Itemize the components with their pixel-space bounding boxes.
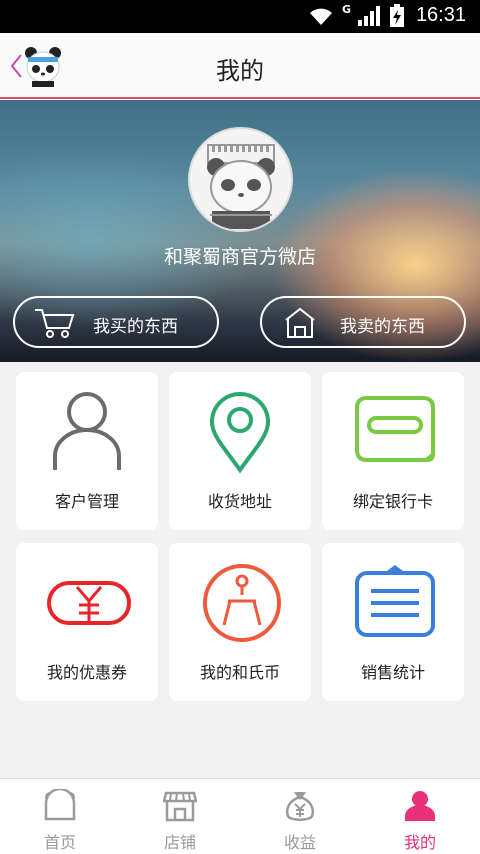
- coin-icon: [203, 564, 281, 642]
- sales-statistics-card[interactable]: 销售统计: [322, 543, 464, 701]
- nav-store-label: 店铺: [163, 833, 196, 852]
- my-coins-label: 我的和氏币: [199, 663, 280, 682]
- page-title: 我的: [216, 57, 264, 85]
- report-icon: [355, 565, 435, 637]
- profile-banner: 和聚蜀商官方微店 我买的东西 我卖的东西: [0, 100, 480, 362]
- panda-avatar-icon: [207, 144, 275, 229]
- my-purchases-button[interactable]: 我买的东西: [13, 296, 219, 348]
- signal-icon: [358, 6, 380, 26]
- status-bar: G 16:31: [0, 0, 480, 33]
- shop-name: 和聚蜀商官方微店: [163, 246, 316, 268]
- app-header: 我的: [0, 33, 480, 99]
- shop-icon: [285, 307, 315, 338]
- nav-earnings[interactable]: 收益: [240, 779, 360, 854]
- nav-store[interactable]: 店铺: [120, 779, 240, 854]
- my-coupons-label: 我的优惠券: [46, 663, 127, 682]
- customer-management-label: 客户管理: [54, 492, 119, 511]
- nav-home[interactable]: 首页: [0, 779, 120, 854]
- bank-card-icon: [355, 396, 435, 462]
- money-bag-icon: [285, 792, 315, 821]
- nav-me-label: 我的: [403, 833, 436, 852]
- shipping-address-card[interactable]: 收货地址: [169, 372, 311, 530]
- bind-bank-card-card[interactable]: 绑定银行卡: [322, 372, 464, 530]
- bottom-navigation: 首页 店铺 收益 我的: [0, 778, 480, 854]
- nav-me[interactable]: 我的: [360, 779, 480, 854]
- person-icon: [53, 392, 121, 470]
- status-time: 16:31: [415, 4, 466, 26]
- customer-management-card[interactable]: 客户管理: [16, 372, 158, 530]
- bind-bank-card-label: 绑定银行卡: [352, 492, 433, 511]
- shopping-cart-icon: [35, 309, 75, 338]
- sales-statistics-label: 销售统计: [360, 663, 425, 682]
- shipping-address-label: 收货地址: [207, 492, 272, 511]
- store-icon: [163, 791, 197, 822]
- my-coupons-card[interactable]: 我的优惠券: [16, 543, 158, 701]
- nav-home-label: 首页: [43, 833, 76, 852]
- my-coins-card[interactable]: 我的和氏币: [169, 543, 311, 701]
- battery-charging-icon: [390, 4, 404, 27]
- nav-earnings-label: 收益: [283, 833, 316, 852]
- yen-coupon-icon: [47, 581, 131, 625]
- my-sales-label: 我卖的东西: [340, 317, 425, 337]
- location-pin-icon: [209, 392, 271, 474]
- avatar[interactable]: [188, 127, 293, 232]
- my-sales-button[interactable]: 我卖的东西: [260, 296, 466, 348]
- wifi-icon: [310, 8, 332, 25]
- network-type: G: [342, 3, 352, 16]
- home-panda-icon: [44, 789, 76, 821]
- profile-icon: [405, 791, 435, 821]
- my-purchases-label: 我买的东西: [93, 317, 178, 337]
